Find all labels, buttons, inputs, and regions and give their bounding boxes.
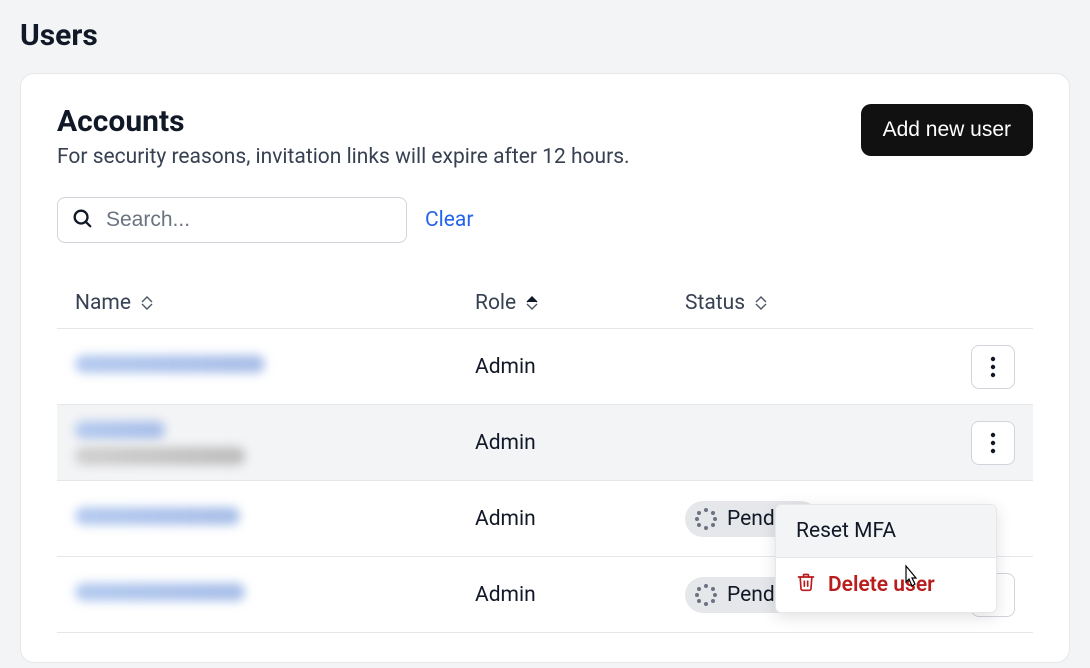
redacted-text [75,421,165,439]
search-icon [71,207,93,233]
row-actions-button[interactable] [971,421,1015,465]
reset-mfa-label: Reset MFA [796,519,896,543]
page-title: Users [0,0,1090,63]
row-actions-button[interactable] [971,345,1015,389]
table-row: Admin [57,405,1033,481]
column-header-role-label: Role [475,291,516,315]
redacted-text [75,583,245,601]
trash-icon [796,572,816,598]
section-subtitle: For security reasons, invitation links w… [57,145,630,169]
section-title: Accounts [57,104,630,139]
search-input[interactable] [57,197,407,243]
user-role-cell: Admin [475,507,685,531]
sort-icon [141,296,153,310]
table-row: Admin [57,329,1033,405]
column-header-status[interactable]: Status [685,291,935,315]
clear-search-link[interactable]: Clear [425,208,473,232]
user-role-cell: Admin [475,355,685,379]
column-header-name-label: Name [75,291,131,315]
table-header-row: Name Role Status [57,277,1033,329]
redacted-text [75,355,265,373]
spinner-icon [695,508,717,530]
user-name-cell [75,583,475,607]
redacted-text [75,447,245,465]
user-role-cell: Admin [475,583,685,607]
column-header-status-label: Status [685,291,745,315]
add-new-user-button[interactable]: Add new user [861,104,1033,156]
spinner-icon [695,584,717,606]
redacted-text [75,507,240,525]
column-header-name[interactable]: Name [75,291,475,315]
user-name-cell [75,355,475,379]
sort-icon [526,296,538,310]
accounts-card: Accounts For security reasons, invitatio… [20,73,1070,663]
reset-mfa-menu-item[interactable]: Reset MFA [776,505,996,557]
column-header-role[interactable]: Role [475,291,685,315]
user-role-cell: Admin [475,431,685,455]
row-actions-menu: Reset MFA Delete user [775,504,997,613]
user-name-cell [75,421,475,465]
delete-user-menu-item[interactable]: Delete user [776,557,996,612]
user-name-cell [75,507,475,531]
delete-user-label: Delete user [828,573,935,597]
sort-icon [755,296,767,310]
